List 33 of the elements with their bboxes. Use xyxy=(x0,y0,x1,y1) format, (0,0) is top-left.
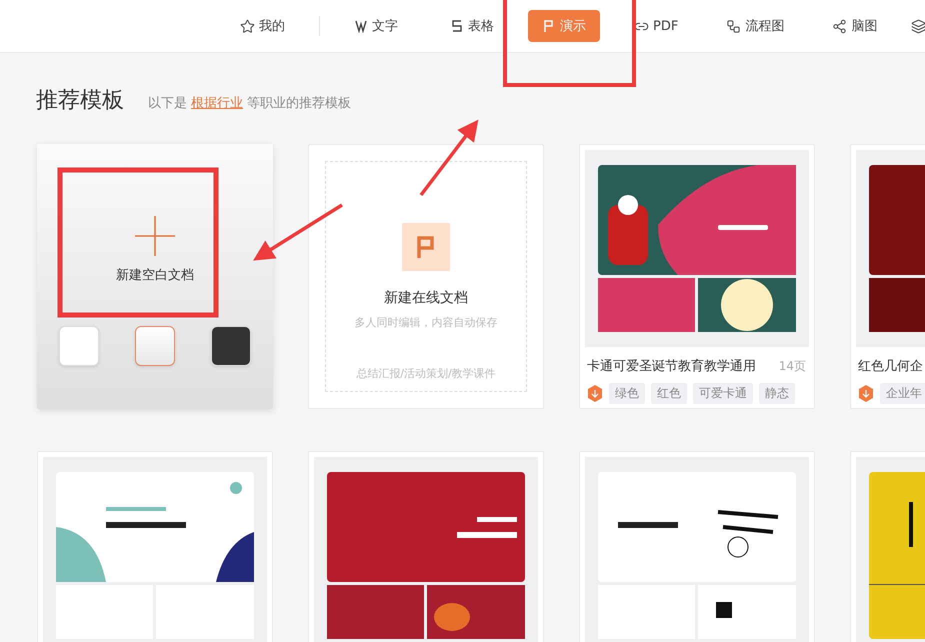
plus-icon xyxy=(135,216,175,256)
w-icon xyxy=(354,19,368,33)
nav-tab[interactable]: 表格 xyxy=(450,10,494,42)
nav-tab[interactable]: 文字 xyxy=(354,10,398,42)
template-card[interactable] xyxy=(308,451,544,642)
hexagon-badge-icon xyxy=(858,385,874,402)
nav-tab[interactable]: 我的 xyxy=(240,10,285,42)
template-card[interactable]: 红色几何企 企业年 xyxy=(850,144,925,409)
theme-swatch[interactable] xyxy=(135,326,175,366)
presentation-app-icon xyxy=(402,223,450,271)
template-card[interactable] xyxy=(37,451,273,642)
share-nodes-icon xyxy=(832,18,848,34)
new-blank-document-label: 新建空白文档 xyxy=(116,267,194,284)
nav-tab[interactable]: PDF xyxy=(634,10,678,42)
online-document-categories: 总结汇报/活动策划/教学课件 xyxy=(356,366,496,381)
subtitle-text: 以下是 根据行业 等职业的推荐模板 xyxy=(148,95,351,112)
page-title: 推荐模板 xyxy=(36,87,124,115)
online-document-description: 多人同时编辑，内容自动保存 xyxy=(354,315,498,330)
s-icon xyxy=(450,19,464,33)
template-card[interactable] xyxy=(579,451,815,642)
layers-icon[interactable] xyxy=(911,18,925,34)
template-title: 红色几何企 xyxy=(858,358,923,375)
hexagon-badge-icon xyxy=(587,385,603,402)
flowchart-icon xyxy=(726,18,742,34)
nav-tab[interactable]: 脑图 xyxy=(832,10,878,42)
template-title: 卡通可爱圣诞节教育教学通用 xyxy=(587,358,756,375)
new-online-document-label: 新建在线文档 xyxy=(384,289,468,307)
online-document-card[interactable]: 新建在线文档 多人同时编辑，内容自动保存 总结汇报/活动策划/教学课件 xyxy=(308,144,544,409)
nav-tab[interactable]: 流程图 xyxy=(726,10,784,42)
page-count: 14页 xyxy=(778,358,806,374)
blank-document-card[interactable]: 新建空白文档 xyxy=(37,144,273,409)
star-icon xyxy=(240,18,255,34)
p-icon xyxy=(542,19,556,33)
